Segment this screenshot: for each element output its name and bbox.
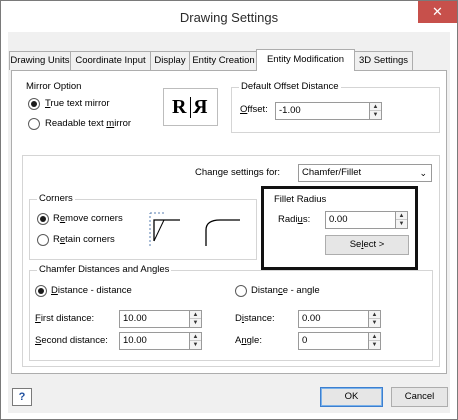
radius-label: Radius: — [278, 214, 311, 225]
help-icon: ? — [18, 391, 26, 403]
corner-preview-icon — [149, 212, 240, 246]
first-distance-label: First distance: — [35, 313, 95, 324]
dialog-title: Drawing Settings — [179, 10, 279, 25]
radius-field[interactable]: 0.00 — [325, 211, 396, 229]
drawing-settings-dialog: Drawing Settings ✕ Drawing Units Coordin… — [0, 0, 458, 420]
corners-group: Corners Remove corners Retain corners — [29, 193, 257, 260]
distance-distance-radio[interactable] — [35, 285, 47, 297]
chamfer-group: Chamfer Distances and Angles Distance - … — [29, 264, 433, 361]
distance-distance-label[interactable]: Distance - distance — [51, 285, 132, 296]
select-button[interactable]: Select > — [325, 235, 409, 255]
first-distance-stepper[interactable]: ▲ ▼ — [189, 310, 202, 328]
change-settings-label: Change settings for: — [195, 167, 281, 178]
fillet-radius-group: Fillet Radius Radius: 0.00 ▲ ▼ Select > — [272, 194, 410, 261]
distance-field[interactable]: 0.00 — [298, 310, 369, 328]
mirror-option-title: Mirror Option — [26, 81, 82, 92]
tab-display[interactable]: Display — [150, 51, 190, 70]
mirror-axis-line — [190, 97, 191, 118]
dialog-body: Drawing Units Coordinate Input Display E… — [8, 32, 450, 413]
remove-corners-radio[interactable] — [37, 213, 49, 225]
distance-label: Distance: — [235, 313, 275, 324]
true-text-mirror-radio[interactable] — [28, 98, 40, 110]
corners-group-title: Corners — [37, 193, 75, 204]
retain-corners-label[interactable]: Retain corners — [53, 234, 115, 245]
first-distance-field[interactable]: 10.00 — [119, 310, 190, 328]
angle-label: Angle: — [235, 335, 262, 346]
tab-entity-creation[interactable]: Entity Creation — [189, 51, 258, 70]
change-settings-select[interactable]: Chamfer/Fillet ⌄ — [298, 164, 432, 182]
offset-stepper[interactable]: ▲ ▼ — [369, 102, 382, 120]
readable-text-mirror-label[interactable]: Readable text mirror — [45, 118, 131, 129]
title-bar[interactable]: Drawing Settings ✕ — [1, 1, 457, 32]
angle-field[interactable]: 0 — [298, 332, 369, 350]
tab-drawing-units[interactable]: Drawing Units — [9, 51, 71, 70]
true-text-mirror-label[interactable]: True text mirror — [45, 98, 110, 109]
change-settings-value: Chamfer/Fillet — [302, 167, 362, 178]
retain-corners-radio[interactable] — [37, 234, 49, 246]
remove-corners-label[interactable]: Remove corners — [53, 213, 123, 224]
second-distance-stepper[interactable]: ▲ ▼ — [189, 332, 202, 350]
fillet-group-title: Fillet Radius — [274, 194, 327, 205]
tab-strip: Drawing Units Coordinate Input Display E… — [8, 49, 450, 71]
angle-stepper[interactable]: ▲ ▼ — [368, 332, 381, 350]
offset-field[interactable]: -1.00 — [275, 102, 370, 120]
tab-entity-modification[interactable]: Entity Modification — [256, 49, 355, 71]
mirror-preview-mirrored-letter: R — [193, 96, 208, 118]
chamfer-group-title: Chamfer Distances and Angles — [37, 264, 172, 275]
offset-group-title: Default Offset Distance — [239, 81, 341, 92]
close-icon[interactable]: ✕ — [432, 4, 443, 19]
tab-coordinate-input[interactable]: Coordinate Input — [70, 51, 151, 70]
offset-label: Offset: — [240, 104, 268, 115]
chevron-down-icon: ⌄ — [419, 168, 427, 178]
ok-button[interactable]: OK — [320, 387, 383, 407]
distance-stepper[interactable]: ▲ ▼ — [368, 310, 381, 328]
offset-group: Default Offset Distance Offset: -1.00 ▲ ▼ — [231, 81, 440, 133]
mirror-preview: R R — [163, 88, 218, 126]
cancel-button[interactable]: Cancel — [391, 387, 448, 407]
distance-angle-radio[interactable] — [235, 285, 247, 297]
mirror-preview-letter: R — [172, 96, 187, 118]
entity-modification-panel: Mirror Option True text mirror Readable … — [11, 70, 447, 374]
close-button[interactable]: ✕ — [418, 1, 457, 23]
second-distance-field[interactable]: 10.00 — [119, 332, 190, 350]
distance-angle-label[interactable]: Distance - angle — [251, 285, 320, 296]
help-button[interactable]: ? — [12, 388, 32, 406]
tab-3d-settings[interactable]: 3D Settings — [354, 51, 413, 70]
second-distance-label: Second distance: — [35, 335, 108, 346]
readable-text-mirror-radio[interactable] — [28, 118, 40, 130]
radius-stepper[interactable]: ▲ ▼ — [395, 211, 408, 229]
